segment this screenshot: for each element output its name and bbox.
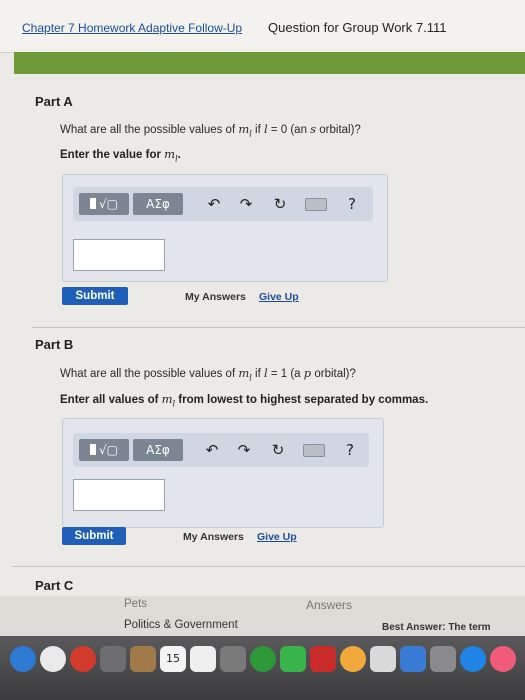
top-bar: Chapter 7 Homework Adaptive Follow-Up Qu…: [0, 0, 525, 53]
calendar-icon[interactable]: 15: [160, 646, 186, 672]
category-pets-link[interactable]: Pets: [124, 598, 147, 610]
part-b-instruction: Enter all values of ml from lowest to hi…: [60, 392, 429, 409]
chrome-icon[interactable]: [40, 646, 66, 672]
part-b-my-answers-link[interactable]: My Answers: [183, 531, 244, 543]
answers-heading: Answers: [306, 598, 353, 612]
part-b-toolbar: √▢ ΑΣφ ↶ ↷ ↻ ?: [73, 433, 369, 467]
divider: [12, 566, 525, 567]
category-politics-link[interactable]: Politics & Government: [124, 619, 238, 631]
photos-app-icon[interactable]: [340, 646, 366, 672]
symbols-button[interactable]: ΑΣφ: [133, 193, 183, 215]
music-icon[interactable]: [490, 646, 516, 672]
reset-icon[interactable]: ↻: [269, 193, 291, 215]
part-a-answer-panel: √▢ ΑΣφ ↶ ↷ ↻ ?: [62, 174, 388, 282]
divider: [32, 327, 525, 328]
part-b-label: Part B: [35, 337, 74, 352]
background-page: Pets Politics & Government Answers Best …: [0, 596, 525, 636]
maps-icon[interactable]: [370, 646, 396, 672]
keynote-icon[interactable]: [430, 646, 456, 672]
undo-icon[interactable]: ↶: [201, 439, 223, 461]
redo-icon[interactable]: ↷: [233, 439, 255, 461]
part-a-answer-input[interactable]: [73, 239, 165, 271]
keyboard-icon[interactable]: [303, 444, 325, 457]
reminders-icon[interactable]: [190, 646, 216, 672]
part-a-label: Part A: [35, 94, 73, 109]
messages-icon[interactable]: [250, 646, 276, 672]
part-a-question: What are all the possible values of ml i…: [60, 122, 361, 139]
undo-icon[interactable]: ↶: [203, 193, 225, 215]
browser-icon[interactable]: [70, 646, 96, 672]
page: Chapter 7 Homework Adaptive Follow-Up Qu…: [0, 0, 525, 612]
part-b-answer-panel: √▢ ΑΣφ ↶ ↷ ↻ ?: [62, 418, 384, 528]
dock: 15: [0, 636, 525, 700]
page-title: Question for Group Work 7.111: [268, 20, 447, 35]
app-icon[interactable]: [100, 646, 126, 672]
keyboard-icon[interactable]: [305, 198, 327, 211]
notes-icon[interactable]: [130, 646, 156, 672]
facetime-icon[interactable]: [280, 646, 306, 672]
part-b-answer-input[interactable]: [73, 479, 165, 511]
finder-icon[interactable]: [10, 646, 36, 672]
part-b-question: What are all the possible values of ml i…: [60, 366, 356, 383]
app-store-icon[interactable]: [460, 646, 486, 672]
photos-icon[interactable]: [220, 646, 246, 672]
help-icon[interactable]: ?: [341, 193, 363, 215]
part-a-instruction: Enter the value for ml.: [60, 147, 181, 164]
part-a-submit-button[interactable]: Submit: [62, 287, 128, 305]
photo-booth-icon[interactable]: [310, 646, 336, 672]
templates-button[interactable]: √▢: [79, 193, 129, 215]
numbers-icon[interactable]: [400, 646, 426, 672]
part-a-my-answers-link[interactable]: My Answers: [185, 291, 246, 303]
redo-icon[interactable]: ↷: [235, 193, 257, 215]
best-answer-text: Best Answer: The term: [382, 622, 491, 633]
reset-icon[interactable]: ↻: [267, 439, 289, 461]
accent-bar: [14, 52, 525, 74]
templates-button[interactable]: √▢: [79, 439, 129, 461]
part-a-toolbar: √▢ ΑΣφ ↶ ↷ ↻ ?: [73, 187, 373, 221]
part-a-give-up-link[interactable]: Give Up: [259, 291, 299, 303]
part-c-label: Part C: [35, 578, 74, 593]
symbols-button[interactable]: ΑΣφ: [133, 439, 183, 461]
part-b-give-up-link[interactable]: Give Up: [257, 531, 297, 543]
help-icon[interactable]: ?: [339, 439, 361, 461]
part-b-submit-button[interactable]: Submit: [62, 527, 126, 545]
breadcrumb-link[interactable]: Chapter 7 Homework Adaptive Follow-Up: [22, 21, 242, 35]
